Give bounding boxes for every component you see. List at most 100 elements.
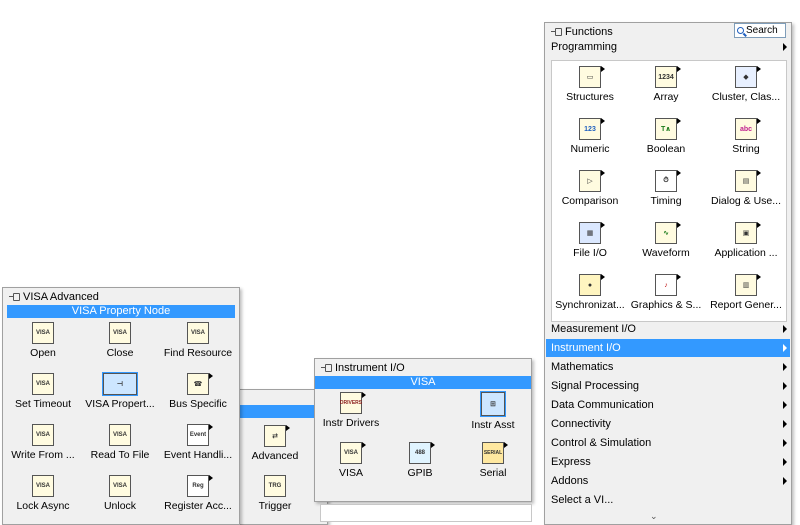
category-label: Mathematics xyxy=(551,361,614,373)
select-a-vi[interactable]: Select a VI... xyxy=(546,491,790,509)
item-label: Boolean xyxy=(646,143,686,155)
palette-item-set-timeout[interactable]: VISA Set Timeout xyxy=(4,370,82,421)
expand-arrow-icon xyxy=(783,477,787,485)
array-icon: 1234 xyxy=(655,66,681,88)
item-label: Advanced xyxy=(251,450,299,462)
pin-icon[interactable] xyxy=(321,363,332,372)
search-label: Search xyxy=(746,25,778,36)
palette-item-application[interactable]: ▣ Application ... xyxy=(704,219,788,271)
palette-item-waveform[interactable]: ∿ Waveform xyxy=(628,219,704,271)
string-icon: abc xyxy=(735,118,761,140)
palette-item-serial[interactable]: SERIAL Serial xyxy=(458,439,528,489)
palette-item-instr-drivers[interactable]: DRIVERS Instr Drivers xyxy=(320,389,382,439)
category-instrument-io[interactable]: Instrument I/O xyxy=(546,339,790,357)
palette-item-numeric[interactable]: 123 Numeric xyxy=(552,115,628,167)
palette-item-empty xyxy=(382,389,458,439)
palette-item-synchronization[interactable]: ● Synchronizat... xyxy=(552,271,628,323)
find-resource-icon: VISA xyxy=(187,322,209,344)
item-label: Synchronizat... xyxy=(555,299,625,311)
category-mathematics[interactable]: Mathematics xyxy=(546,358,790,376)
palette-item-file-io[interactable]: ▦ File I/O xyxy=(552,219,628,271)
palette-item-read-to-file[interactable]: VISA Read To File xyxy=(82,421,158,472)
palette-item-array[interactable]: 1234 Array xyxy=(628,63,704,115)
palette-item-timing[interactable]: ⏱ Timing xyxy=(628,167,704,219)
category-measurement-io[interactable]: Measurement I/O xyxy=(546,320,790,338)
category-label: Measurement I/O xyxy=(551,323,636,335)
set-timeout-icon: VISA xyxy=(32,373,54,395)
visa-advanced-header[interactable]: VISA Advanced xyxy=(3,288,239,305)
palette-item-visa-property[interactable]: ⊣ VISA Propert... xyxy=(82,370,158,421)
palette-item-advanced[interactable]: ⇄ Advanced xyxy=(245,422,305,462)
visa-advanced-title: VISA Advanced xyxy=(23,290,99,303)
numeric-icon: 123 xyxy=(579,118,605,140)
category-label: Signal Processing xyxy=(551,380,640,392)
category-label: Control & Simulation xyxy=(551,437,652,449)
file-io-icon: ▦ xyxy=(579,222,605,244)
item-label: Application ... xyxy=(714,247,778,259)
expand-arrow-icon xyxy=(783,325,787,333)
category-addons[interactable]: Addons xyxy=(546,472,790,490)
expand-arrow-icon xyxy=(783,363,787,371)
visa-open-icon: VISA xyxy=(32,322,54,344)
palette-item-close[interactable]: VISA Close xyxy=(82,319,158,370)
instrument-io-input-strip[interactable] xyxy=(320,504,532,522)
more-chevron-icon[interactable]: ⌄ xyxy=(650,511,658,522)
palette-item-cluster[interactable]: ◆ Cluster, Clas... xyxy=(704,63,788,115)
category-connectivity[interactable]: Connectivity xyxy=(546,415,790,433)
item-label: Instr Drivers xyxy=(322,417,380,429)
visa-advanced-selected: VISA Property Node xyxy=(7,305,235,318)
category-control-simulation[interactable]: Control & Simulation xyxy=(546,434,790,452)
category-data-communication[interactable]: Data Communication xyxy=(546,396,790,414)
dialog-icon: ▤ xyxy=(735,170,761,192)
programming-grid: ▭ Structures 1234 Array ◆ Cluster, Clas.… xyxy=(551,60,787,322)
instr-drivers-icon: DRIVERS xyxy=(340,392,366,414)
palette-item-lock-async[interactable]: VISA Lock Async xyxy=(4,472,82,523)
item-label: Instr Asst xyxy=(471,419,515,431)
palette-item-comparison[interactable]: ▷ Comparison xyxy=(552,167,628,219)
palette-item-bus-specific[interactable]: ☎ Bus Specific xyxy=(158,370,238,421)
write-from-file-icon: VISA xyxy=(32,424,54,446)
palette-item-report[interactable]: ▥ Report Gener... xyxy=(704,271,788,323)
category-programming[interactable]: Programming xyxy=(546,38,790,56)
category-express[interactable]: Express xyxy=(546,453,790,471)
search-button[interactable]: Search xyxy=(734,23,786,38)
event-handling-icon: Event xyxy=(187,424,213,446)
palette-item-write-from-file[interactable]: VISA Write From ... xyxy=(4,421,82,472)
item-label: Trigger xyxy=(258,500,292,512)
item-label: Report Gener... xyxy=(710,299,782,311)
palette-item-string[interactable]: abc String xyxy=(704,115,788,167)
item-label: Write From ... xyxy=(11,449,75,461)
instrument-io-title: Instrument I/O xyxy=(335,361,405,374)
palette-item-event-handling[interactable]: Event Event Handli... xyxy=(158,421,238,472)
category-label: Programming xyxy=(551,41,618,53)
palette-item-register-access[interactable]: Reg Register Acc... xyxy=(158,472,238,523)
palette-item-structures[interactable]: ▭ Structures xyxy=(552,63,628,115)
palette-item-dialog[interactable]: ▤ Dialog & Use... xyxy=(704,167,788,219)
palette-item-gpib[interactable]: 488 GPIB xyxy=(382,439,458,489)
category-label: Select a VI... xyxy=(551,494,614,506)
item-label: Set Timeout xyxy=(14,398,72,410)
category-label: Connectivity xyxy=(551,418,611,430)
pin-icon[interactable] xyxy=(9,292,20,301)
palette-item-instr-asst[interactable]: ⊞ Instr Asst xyxy=(458,389,528,439)
pin-icon[interactable] xyxy=(551,27,562,36)
report-icon: ▥ xyxy=(735,274,761,296)
bus-specific-icon: ☎ xyxy=(187,373,213,395)
functions-palette-title: Functions xyxy=(565,25,613,38)
item-label: Array xyxy=(653,91,679,103)
application-icon: ▣ xyxy=(735,222,761,244)
palette-item-trigger[interactable]: TRG Trigger xyxy=(245,472,305,512)
palette-item-visa[interactable]: VISA VISA xyxy=(320,439,382,489)
palette-item-open[interactable]: VISA Open xyxy=(4,319,82,370)
visa-advanced-grid: VISA Open VISA Close VISA Find Resource … xyxy=(4,319,238,523)
structures-icon: ▭ xyxy=(579,66,605,88)
category-signal-processing[interactable]: Signal Processing xyxy=(546,377,790,395)
palette-item-unlock[interactable]: VISA Unlock xyxy=(82,472,158,523)
item-label: Waveform xyxy=(642,247,690,259)
palette-item-graphics[interactable]: ♪ Graphics & S... xyxy=(628,271,704,323)
instrument-io-header[interactable]: Instrument I/O xyxy=(315,359,531,376)
serial-icon: SERIAL xyxy=(482,442,508,464)
palette-item-find-resource[interactable]: VISA Find Resource xyxy=(158,319,238,370)
item-label: Numeric xyxy=(570,143,610,155)
palette-item-boolean[interactable]: T∧ Boolean xyxy=(628,115,704,167)
